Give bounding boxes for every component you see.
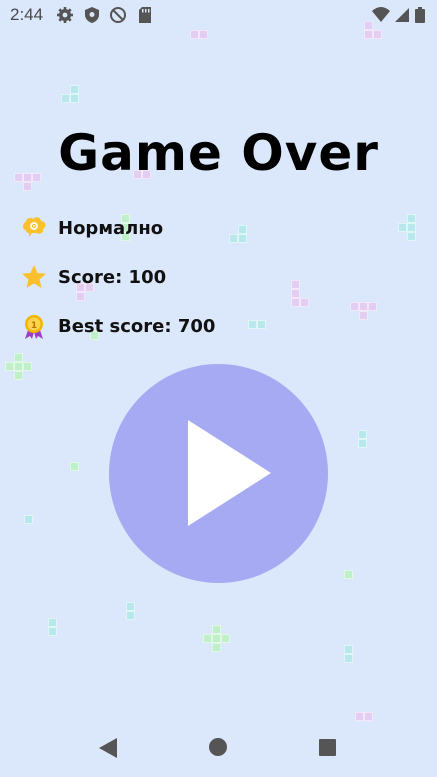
no-disturb-icon [110, 7, 126, 23]
signal-icon [395, 8, 409, 22]
game-over-title: Game Over [58, 124, 379, 182]
recents-icon[interactable] [318, 738, 337, 757]
brain-icon [20, 214, 48, 242]
falling-block-tile [48, 627, 57, 636]
falling-block-tile [407, 232, 416, 241]
wifi-icon [372, 7, 390, 22]
falling-block-tile [364, 21, 373, 30]
score-row: Score: 100 [20, 262, 166, 292]
falling-block-tile [350, 302, 359, 311]
falling-block-tile [212, 634, 221, 643]
falling-block-tile [221, 634, 230, 643]
falling-block-tile [364, 30, 373, 39]
falling-block-tile [14, 353, 23, 362]
falling-block-tile [24, 515, 33, 524]
falling-block-tile [291, 289, 300, 298]
falling-block-tile [229, 234, 238, 243]
falling-block-tile [368, 302, 377, 311]
back-icon[interactable] [98, 737, 118, 759]
falling-block-tile [61, 94, 70, 103]
falling-block-tile [344, 654, 353, 663]
gear-icon [57, 7, 73, 23]
falling-block-tile [5, 362, 14, 371]
falling-block-tile [126, 611, 135, 620]
best-score-row: 1 Best score: 700 [20, 311, 215, 341]
falling-block-tile [48, 618, 57, 627]
falling-block-tile [407, 214, 416, 223]
falling-block-tile [373, 30, 382, 39]
falling-block-tile [212, 625, 221, 634]
falling-block-tile [257, 320, 266, 329]
falling-block-tile [248, 320, 257, 329]
falling-block-tile [344, 645, 353, 654]
shield-icon [85, 7, 99, 23]
falling-block-tile [212, 643, 221, 652]
best-score-label: Best score: 700 [58, 315, 216, 337]
falling-block-tile [398, 223, 407, 232]
falling-block-tile [238, 225, 247, 234]
play-icon [188, 420, 271, 526]
play-button[interactable] [109, 364, 328, 583]
difficulty-row: Нормално [20, 213, 163, 243]
falling-block-tile [70, 462, 79, 471]
sd-card-icon [139, 7, 151, 23]
falling-block-tile [359, 311, 368, 320]
falling-block-tile [291, 298, 300, 307]
falling-block-tile [238, 234, 247, 243]
battery-icon [415, 7, 425, 23]
medal-icon: 1 [20, 312, 48, 340]
falling-block-tile [300, 298, 309, 307]
svg-text:1: 1 [31, 321, 37, 331]
falling-block-tile [14, 362, 23, 371]
falling-block-tile [76, 292, 85, 301]
falling-block-tile [70, 94, 79, 103]
falling-block-tile [358, 439, 367, 448]
falling-block-tile [199, 30, 208, 39]
falling-block-tile [126, 602, 135, 611]
falling-block-tile [70, 85, 79, 94]
falling-block-tile [23, 182, 32, 191]
falling-block-tile [358, 430, 367, 439]
score-label: Score: 100 [58, 266, 167, 288]
navigation-bar [0, 720, 437, 777]
falling-block-tile [359, 302, 368, 311]
falling-block-tile [14, 371, 23, 380]
falling-block-tile [203, 634, 212, 643]
difficulty-label: Нормално [58, 217, 164, 239]
falling-block-tile [190, 30, 199, 39]
home-icon[interactable] [208, 737, 228, 757]
star-icon [20, 263, 48, 291]
falling-block-tile [344, 570, 353, 579]
falling-block-tile [407, 223, 416, 232]
falling-block-tile [23, 362, 32, 371]
status-time: 2:44 [10, 5, 44, 24]
falling-block-tile [291, 280, 300, 289]
